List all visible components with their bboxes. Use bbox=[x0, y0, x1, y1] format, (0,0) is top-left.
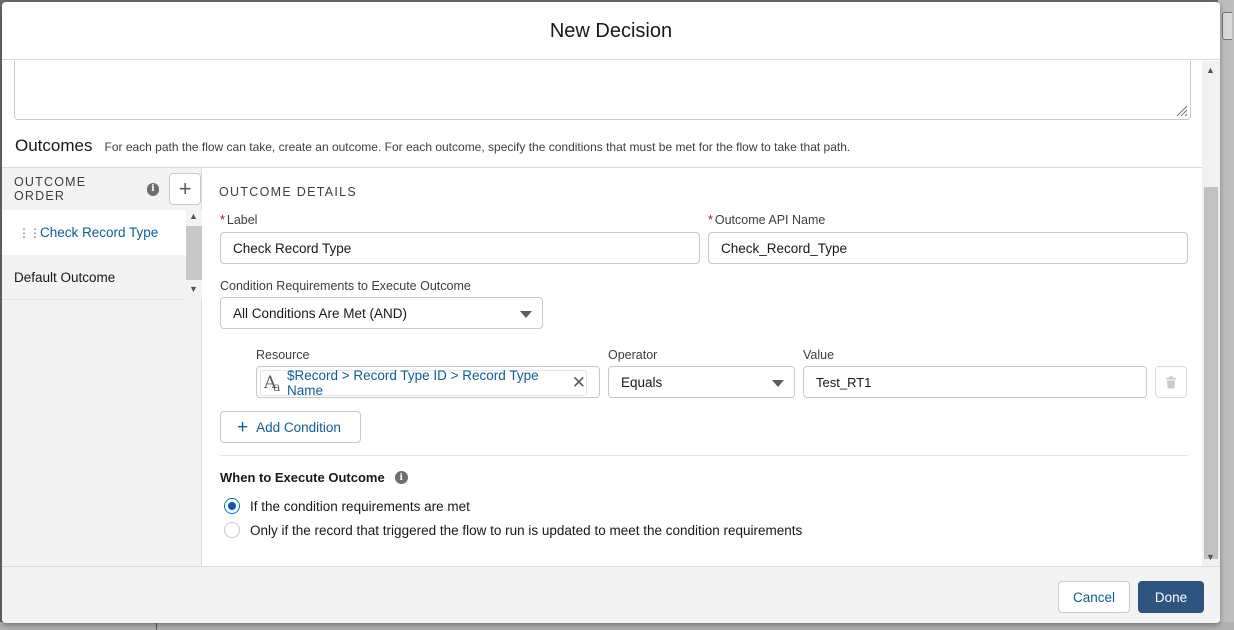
modal-header: New Decision bbox=[2, 2, 1220, 60]
outcome-details-heading: OUTCOME DETAILS bbox=[219, 185, 358, 199]
plus-icon: + bbox=[237, 416, 249, 438]
outcomes-title: Outcomes bbox=[15, 136, 93, 155]
outcome-item-default[interactable]: Default Outcome bbox=[2, 255, 202, 300]
requirements-select[interactable]: All Conditions Are Met (AND) bbox=[220, 297, 543, 329]
drag-handle-icon[interactable]: ⋮⋮ bbox=[18, 227, 41, 239]
outcomes-header: Outcomes For each path the flow can take… bbox=[15, 136, 850, 156]
new-decision-modal: New Decision Outcomes For each path the … bbox=[2, 2, 1220, 623]
delete-condition-button[interactable] bbox=[1155, 366, 1187, 398]
resource-combobox[interactable]: Aa $Record > Record Type ID > Record Typ… bbox=[256, 366, 600, 398]
add-condition-button[interactable]: + Add Condition bbox=[220, 411, 361, 443]
chevron-down-icon bbox=[520, 311, 532, 318]
chevron-down-icon[interactable]: ▼ bbox=[189, 284, 198, 294]
resource-pill[interactable]: Aa $Record > Record Type ID > Record Typ… bbox=[260, 368, 587, 398]
operator-select[interactable]: Equals bbox=[608, 366, 795, 398]
chevron-down-icon[interactable]: ▼ bbox=[1206, 552, 1215, 562]
outcome-list: ⋮⋮ Check Record Type Default Outcome bbox=[2, 210, 202, 300]
label-input[interactable]: Check Record Type bbox=[220, 232, 700, 264]
close-icon[interactable]: ✕ bbox=[572, 373, 586, 393]
backdrop-tab bbox=[1222, 12, 1232, 40]
resource-label: Resource bbox=[256, 348, 310, 362]
outcome-order-header: OUTCOME ORDER i + bbox=[2, 168, 201, 210]
modal-body[interactable]: Outcomes For each path the flow can take… bbox=[2, 61, 1220, 566]
outcomes-panel: OUTCOME ORDER i + ⋮⋮ Check Record Type D… bbox=[2, 167, 1202, 566]
outcome-item-check-record-type[interactable]: ⋮⋮ Check Record Type bbox=[2, 210, 186, 255]
outcome-order-label: OUTCOME ORDER bbox=[14, 175, 87, 203]
chevron-up-icon[interactable]: ▲ bbox=[189, 211, 198, 221]
chevron-down-icon bbox=[772, 380, 784, 387]
modal-footer: Cancel Done bbox=[2, 566, 1220, 623]
cancel-button[interactable]: Cancel bbox=[1058, 581, 1130, 613]
outcome-details-column: OUTCOME DETAILS * Label Check Record Type… bbox=[203, 168, 1202, 566]
radio-option-condition-met[interactable]: If the condition requirements are met bbox=[224, 498, 470, 514]
value-label: Value bbox=[803, 348, 835, 362]
text-resource-icon: Aa bbox=[264, 373, 281, 394]
add-outcome-button[interactable]: + bbox=[169, 173, 201, 205]
modal-scrollbar[interactable]: ▲ ▼ bbox=[1202, 61, 1220, 566]
scrollbar-thumb[interactable] bbox=[186, 226, 202, 280]
outcome-item-label: Check Record Type bbox=[40, 225, 159, 240]
radio-button[interactable] bbox=[224, 522, 240, 538]
backdrop-bottom bbox=[0, 622, 1234, 630]
trash-icon bbox=[1166, 376, 1176, 388]
chevron-up-icon[interactable]: ▲ bbox=[1206, 65, 1215, 75]
divider bbox=[220, 455, 1188, 456]
requirements-label: Condition Requirements to Execute Outcom… bbox=[220, 279, 471, 293]
resource-pill-text: $Record > Record Type ID > Record Type N… bbox=[286, 368, 539, 398]
info-icon[interactable]: i bbox=[394, 471, 408, 484]
info-icon[interactable]: i bbox=[146, 182, 160, 196]
outcome-list-scrollbar[interactable]: ▲ ▼ bbox=[186, 210, 202, 300]
resize-grip-icon[interactable] bbox=[1176, 105, 1188, 117]
operator-label: Operator bbox=[608, 348, 658, 362]
plus-icon: + bbox=[178, 176, 192, 201]
when-to-execute-label: When to Execute Outcome i bbox=[220, 470, 408, 485]
radio-button[interactable] bbox=[224, 498, 240, 514]
api-name-input[interactable]: Check_Record_Type bbox=[708, 232, 1188, 264]
done-button[interactable]: Done bbox=[1138, 581, 1204, 613]
radio-option-record-updated[interactable]: Only if the record that triggered the fl… bbox=[224, 522, 802, 538]
modal-title: New Decision bbox=[549, 20, 673, 42]
value-input[interactable]: Test_RT1 bbox=[803, 366, 1147, 398]
description-textarea[interactable] bbox=[14, 61, 1191, 120]
api-name-field-label: * Outcome API Name bbox=[708, 213, 826, 227]
label-field-label: * Label bbox=[220, 213, 258, 227]
outcome-item-label: Default Outcome bbox=[14, 269, 116, 285]
backdrop-right bbox=[1218, 0, 1234, 630]
scrollbar-thumb[interactable] bbox=[1204, 187, 1218, 559]
outcome-order-column: OUTCOME ORDER i + ⋮⋮ Check Record Type D… bbox=[2, 168, 202, 566]
outcomes-description: For each path the flow can take, create … bbox=[104, 140, 851, 154]
